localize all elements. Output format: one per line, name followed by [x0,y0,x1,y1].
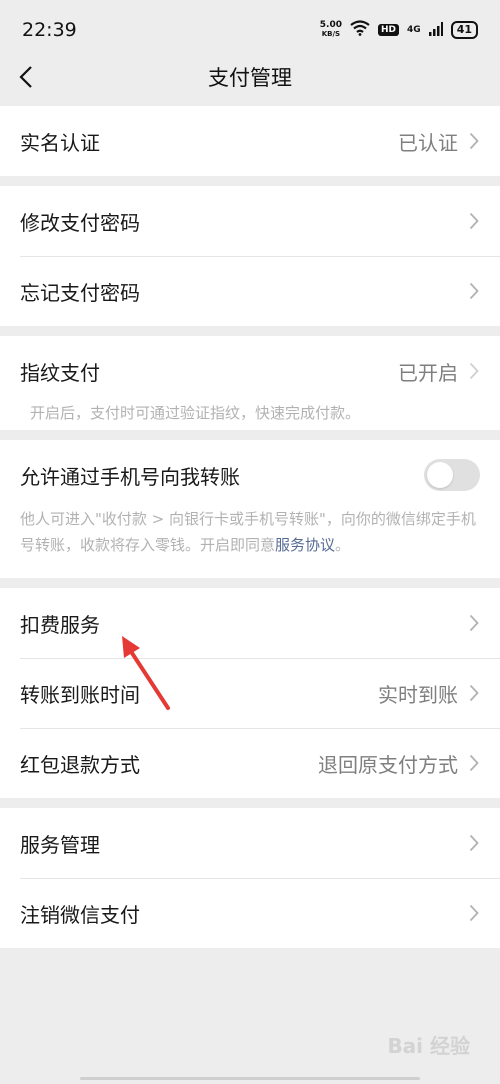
network-speed-value: 5.00 [319,20,343,30]
group-management: 服务管理 注销微信支付 [0,808,500,948]
chevron-right-icon [468,753,480,773]
group-services: 扣费服务 转账到账时间 实时到账 红包退款方式 退回原支付方式 [0,588,500,798]
transfer-time-value: 实时到账 [378,682,458,707]
realname-value: 已认证 [398,130,458,155]
network-speed: 5.00 KB/S [320,21,342,39]
cancel-wechat-pay-label: 注销微信支付 [20,902,140,927]
chevron-right-icon [468,131,480,151]
status-time: 22:39 [22,19,77,41]
chevron-right-icon [468,281,480,301]
chevron-right-icon [468,361,480,381]
redpacket-refund-value: 退回原支付方式 [318,752,458,777]
network-speed-unit: KB/S [321,30,341,38]
phone-transfer-toggle[interactable] [424,459,480,491]
phone-transfer-desc-text: 他人可进入"收付款 > 向银行卡或手机号转账"，向你的微信绑定手机号转账，收款将… [20,510,476,554]
wifi-icon [350,20,370,40]
status-bar: 22:39 5.00 KB/S HD 4G 41 [0,0,500,58]
group-fingerprint: 指纹支付 已开启 开启后，支付时可通过验证指纹，快速完成付款。 [0,336,500,430]
deduction-service-row[interactable]: 扣费服务 [0,588,500,658]
battery-icon: 41 [450,21,478,39]
nav-bar: 支付管理 [0,58,500,96]
page-title: 支付管理 [208,66,292,90]
phone-transfer-desc-end: 。 [335,536,351,554]
chevron-right-icon [468,211,480,231]
fingerprint-description: 开启后，支付时可通过验证指纹，快速完成付款。 [30,404,361,422]
group-password: 修改支付密码 忘记支付密码 [0,186,500,326]
hd-badge: HD [378,24,400,36]
baidu-watermark: Bai 经验 [387,1034,470,1058]
group-phone-transfer: 允许通过手机号向我转账 他人可进入"收付款 > 向银行卡或手机号转账"，向你的微… [0,440,500,578]
change-password-row[interactable]: 修改支付密码 [0,186,500,256]
transfer-time-row[interactable]: 转账到账时间 实时到账 [0,658,500,728]
service-agreement-link[interactable]: 服务协议 [275,536,335,554]
cancel-wechat-pay-row[interactable]: 注销微信支付 [0,878,500,948]
deduction-service-label: 扣费服务 [20,612,100,637]
chevron-right-icon [468,613,480,633]
chevron-right-icon [468,903,480,923]
realname-label: 实名认证 [20,130,100,155]
service-management-label: 服务管理 [20,832,100,857]
fingerprint-label: 指纹支付 [20,360,100,385]
realname-row[interactable]: 实名认证 已认证 [0,106,500,176]
phone-transfer-row: 允许通过手机号向我转账 [0,440,500,506]
change-password-label: 修改支付密码 [20,210,140,235]
forgot-password-label: 忘记支付密码 [20,280,140,305]
status-icons: 5.00 KB/S HD 4G 41 [320,20,478,40]
toggle-knob [427,462,453,488]
chevron-right-icon [468,833,480,853]
phone-transfer-description: 他人可进入"收付款 > 向银行卡或手机号转账"，向你的微信绑定手机号转账，收款将… [0,506,500,558]
network-type: 4G [407,25,421,35]
phone-transfer-label: 允许通过手机号向我转账 [20,464,240,489]
redpacket-refund-row[interactable]: 红包退款方式 退回原支付方式 [0,728,500,798]
service-management-row[interactable]: 服务管理 [0,808,500,878]
forgot-password-row[interactable]: 忘记支付密码 [0,256,500,326]
chevron-right-icon [468,683,480,703]
signal-icon [428,21,443,40]
home-indicator [80,1077,420,1080]
group-realname: 实名认证 已认证 [0,106,500,176]
redpacket-refund-label: 红包退款方式 [20,752,140,777]
fingerprint-value: 已开启 [398,360,458,385]
fingerprint-row[interactable]: 指纹支付 已开启 [0,336,500,400]
transfer-time-label: 转账到账时间 [20,682,140,707]
